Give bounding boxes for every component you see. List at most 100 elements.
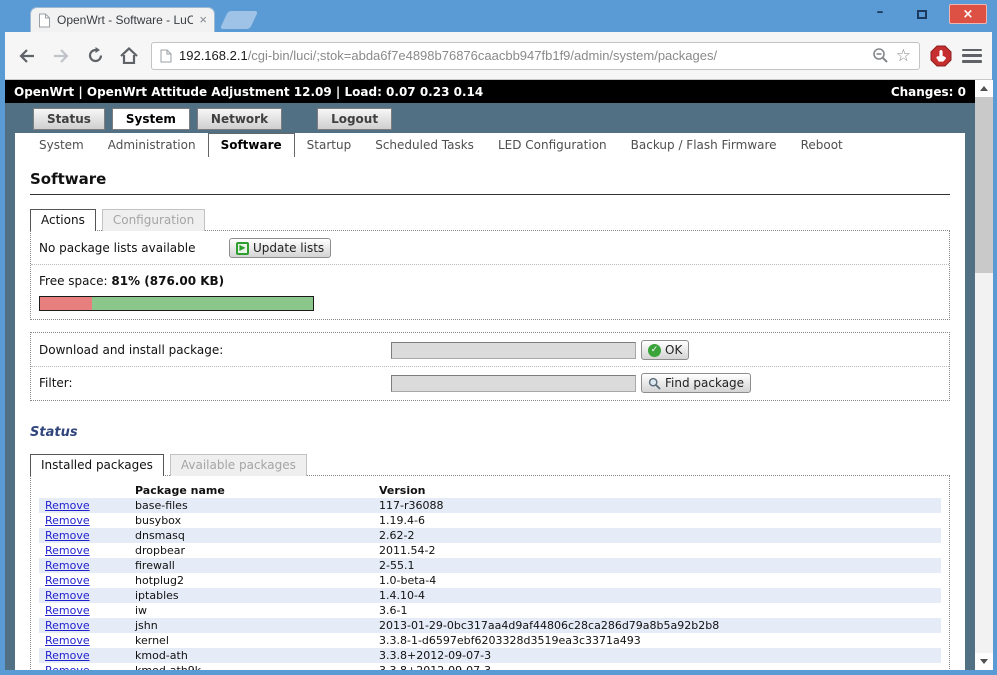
package-version: 2.62-2 [379, 529, 415, 542]
sub-nav-tab[interactable]: System [27, 133, 96, 157]
package-version: 2013-01-29-0bc317aa4d9af44806c28ca286d79… [379, 619, 720, 632]
minimize-button[interactable]: – [865, 4, 895, 24]
name-column-header: Package name [135, 484, 225, 497]
url-host: 192.168.2.1 [179, 48, 248, 63]
remove-link[interactable]: Remove [45, 514, 90, 527]
remove-link[interactable]: Remove [45, 664, 90, 670]
package-version: 1.0-beta-4 [379, 574, 437, 587]
package-lists-status: No package lists available [39, 241, 196, 255]
back-arrow-icon [19, 48, 34, 63]
package-name: kmod-ath9k [129, 663, 375, 670]
home-button[interactable] [117, 44, 141, 68]
divider [31, 264, 949, 265]
actions-tab[interactable]: Configuration [101, 209, 206, 231]
page-title: Software [30, 170, 950, 195]
tab-close-icon[interactable]: × [199, 13, 207, 26]
adblock-extension-icon[interactable] [930, 45, 952, 67]
actions-tab[interactable]: Actions [30, 209, 96, 231]
install-label: Download and install package: [39, 343, 224, 357]
remove-link[interactable]: Remove [45, 574, 90, 587]
table-row: Remove kernel 3.3.8-1-d6597ebf6203328d35… [39, 633, 941, 648]
package-name: dnsmasq [135, 529, 185, 542]
new-tab-button[interactable] [219, 11, 259, 29]
sub-nav-tab[interactable]: Backup / Flash Firmware [619, 133, 789, 157]
sub-nav-tab[interactable]: Scheduled Tasks [363, 133, 486, 157]
free-space-row: Free space: 81% (876.00 KB) [39, 269, 941, 293]
main-nav-tab[interactable]: Logout [317, 108, 393, 130]
sub-nav-tab[interactable]: Startup [295, 133, 364, 157]
install-filter-fieldset: Download and install package: ✓ OK Filte… [30, 332, 950, 401]
maximize-button[interactable] [907, 4, 937, 24]
update-lists-button[interactable]: ▶ Update lists [229, 238, 332, 258]
sub-nav-tab[interactable]: Reboot [789, 133, 855, 157]
free-space-value: 81% (876.00 KB) [111, 274, 225, 288]
main-nav-tab[interactable]: System [111, 108, 190, 130]
remove-link[interactable]: Remove [45, 604, 90, 617]
remove-link[interactable]: Remove [45, 649, 90, 662]
scrollbar-thumb[interactable] [975, 97, 993, 273]
luci-status-text: OpenWrt | OpenWrt Attitude Adjustment 12… [14, 84, 484, 99]
remove-link[interactable]: Remove [45, 499, 90, 512]
page-background: OpenWrt | OpenWrt Attitude Adjustment 12… [5, 80, 975, 670]
scroll-down-button[interactable] [975, 653, 993, 670]
browser-window: OpenWrt - Software - LuC × – × 192.168.2… [0, 0, 997, 675]
sub-nav: System Administration Software Startup S… [15, 133, 965, 157]
package-tabs: Installed packages Available packages [30, 454, 950, 476]
package-name: base-files [135, 499, 188, 512]
used-space-segment [40, 297, 92, 310]
package-name: kmod-ath [135, 649, 188, 662]
browser-tab[interactable]: OpenWrt - Software - LuC × [30, 7, 215, 32]
sub-nav-tab[interactable]: Software [207, 133, 295, 157]
action-column-header [39, 483, 129, 498]
filter-input[interactable] [391, 374, 636, 392]
changes-indicator[interactable]: Changes: 0 [891, 85, 966, 99]
main-nav-tab[interactable]: Network [196, 108, 283, 130]
table-row: Remove hotplug2 1.0-beta-4 [39, 573, 941, 588]
free-space-segment [91, 297, 313, 310]
package-name: busybox [135, 514, 182, 527]
ok-check-icon: ✓ [648, 343, 661, 357]
remove-link[interactable]: Remove [45, 634, 90, 647]
reload-button[interactable] [83, 44, 107, 68]
find-package-button[interactable]: Find package [641, 373, 752, 393]
zoom-out-icon[interactable] [872, 47, 889, 64]
install-package-input[interactable] [391, 341, 636, 359]
remove-link[interactable]: Remove [45, 619, 90, 632]
scroll-up-button[interactable] [975, 80, 993, 97]
package-version: 117-r36088 [379, 499, 444, 512]
package-version: 1.19.4-6 [379, 514, 425, 527]
forward-button[interactable] [49, 44, 73, 68]
package-version: 3.6-1 [379, 604, 408, 617]
menu-icon[interactable] [962, 48, 982, 63]
bookmark-star-icon[interactable]: ☆ [896, 47, 911, 64]
remove-link[interactable]: Remove [45, 589, 90, 602]
ok-button[interactable]: ✓ OK [641, 340, 690, 360]
package-tab[interactable]: Installed packages [30, 454, 164, 476]
tab-strip: OpenWrt - Software - LuC × – × [0, 0, 997, 32]
sub-nav-tab[interactable]: LED Configuration [486, 133, 619, 157]
address-bar[interactable]: 192.168.2.1/cgi-bin/luci/;stok=abda6f7e4… [151, 41, 920, 70]
table-row: Remove iw 3.6-1 [39, 603, 941, 618]
reload-icon [88, 47, 102, 63]
package-tab[interactable]: Available packages [169, 454, 307, 476]
forward-arrow-icon [54, 48, 69, 63]
main-nav: Status System Network Logout [33, 108, 399, 130]
free-space-label: Free space: [39, 274, 108, 288]
vertical-scrollbar[interactable] [975, 80, 993, 670]
remove-link[interactable]: Remove [45, 544, 90, 557]
table-row: Remove iptables 1.4.10-4 [39, 588, 941, 603]
close-button[interactable]: × [949, 4, 987, 24]
back-button[interactable] [15, 44, 39, 68]
table-header-row: Package name Version [39, 483, 941, 498]
package-name: iptables [135, 589, 179, 602]
page-favicon-icon [39, 13, 50, 27]
remove-link[interactable]: Remove [45, 529, 90, 542]
remove-link[interactable]: Remove [45, 559, 90, 572]
package-name: firewall [135, 559, 175, 572]
page-icon [160, 49, 172, 62]
main-nav-tab[interactable]: Status [33, 108, 105, 130]
table-row: Remove kmod-ath9k 3.3.8+2012-09-07-3 [39, 663, 941, 670]
sub-nav-tab[interactable]: Administration [96, 133, 208, 157]
divider [31, 366, 949, 367]
table-row: Remove firewall 2-55.1 [39, 558, 941, 573]
